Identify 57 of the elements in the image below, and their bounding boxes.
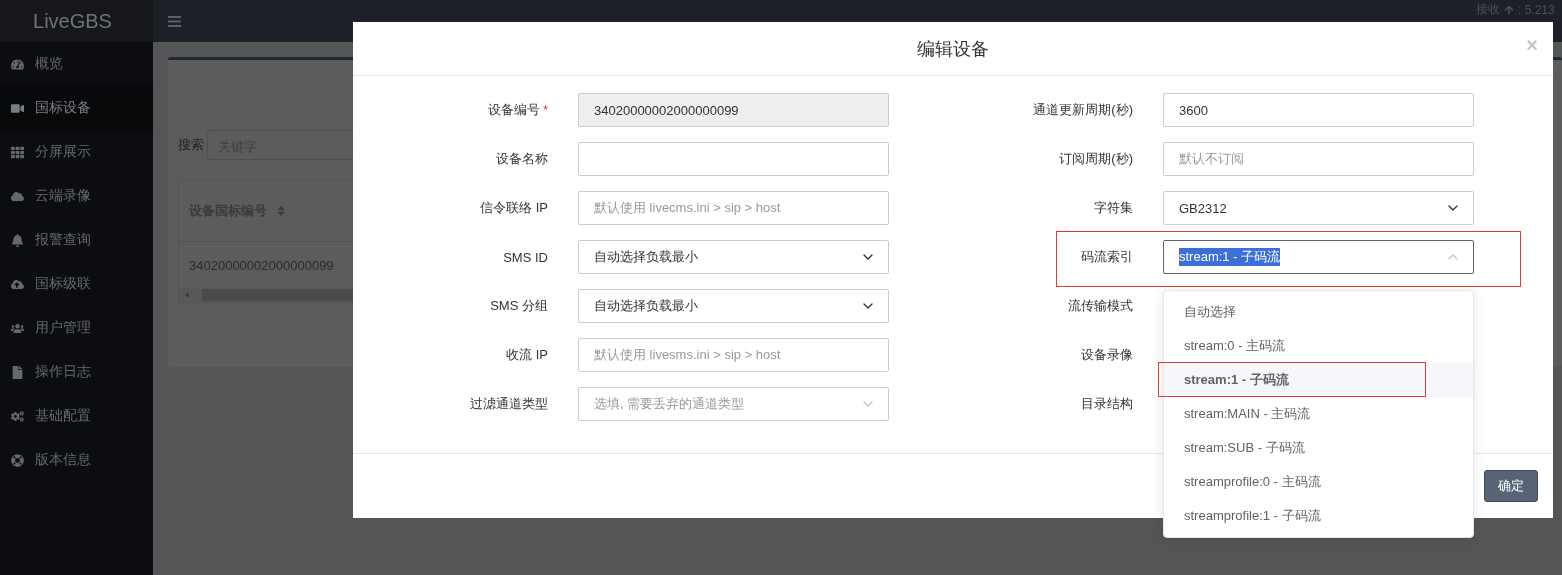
field-label: 字符集	[1094, 199, 1133, 217]
sidebar-item[interactable]: 报警查询	[0, 218, 153, 262]
input-field[interactable]: 默认不订阅	[1163, 142, 1474, 176]
menu-icon[interactable]	[168, 15, 181, 27]
field-label: SMS ID	[503, 249, 548, 265]
sidebar-item[interactable]: 分屏展示	[0, 130, 153, 174]
input-field[interactable]: 3600	[1163, 93, 1474, 127]
dropdown-option[interactable]: streamprofile:1 - 子码流	[1164, 499, 1473, 533]
input-field[interactable]: 34020000002000000099	[578, 93, 889, 127]
sidebar-item[interactable]: 云端录像	[0, 174, 153, 218]
sidebar-item[interactable]: 国标设备	[0, 86, 153, 130]
input-field[interactable]: 默认使用 livesms.ini > sip > host	[578, 338, 889, 372]
nav-icon	[11, 321, 24, 335]
select-field[interactable]: 自动选择负载最小	[578, 289, 889, 323]
search-label: 搜索	[178, 136, 204, 154]
select-field[interactable]: GB2312	[1163, 191, 1474, 225]
arrow-up-icon	[1504, 4, 1514, 15]
sidebar-item[interactable]: 操作日志	[0, 350, 153, 394]
nav-icon	[11, 145, 24, 159]
nav-icon	[11, 101, 24, 115]
select-field[interactable]: 选填, 需要丢弃的通道类型	[578, 387, 889, 421]
confirm-button[interactable]: 确定	[1484, 470, 1538, 502]
field-label: 收流 IP	[506, 346, 548, 364]
nav-icon	[11, 57, 24, 71]
select-field[interactable]: 自动选择负载最小	[578, 240, 889, 274]
nav-icon	[11, 409, 24, 423]
field-label: 过滤通道类型	[470, 395, 548, 413]
sidebar-item[interactable]: 版本信息	[0, 438, 153, 482]
input-field[interactable]	[578, 142, 889, 176]
dropdown-option[interactable]: stream:MAIN - 主码流	[1164, 397, 1473, 431]
dropdown-option[interactable]: stream:0 - 主码流	[1164, 329, 1473, 363]
dialog-title: 编辑设备	[917, 37, 989, 61]
field-label: 订阅周期(秒)	[1059, 150, 1133, 168]
input-field[interactable]: 默认使用 livecms.ini > sip > host	[578, 191, 889, 225]
brand-logo[interactable]: LiveGBS	[0, 0, 153, 42]
dropdown-option[interactable]: stream:SUB - 子码流	[1164, 431, 1473, 465]
field-label: 设备录像	[1081, 346, 1133, 364]
field-label: 流传输模式	[1068, 297, 1133, 315]
nav-icon	[11, 189, 24, 203]
field-label: 目录结构	[1081, 395, 1133, 413]
field-label: 通道更新周期(秒)	[1033, 101, 1133, 119]
field-label: 信令联络 IP	[480, 199, 548, 217]
field-label: 码流索引	[1081, 248, 1133, 266]
sidebar-item[interactable]: 国标级联	[0, 262, 153, 306]
sidebar-item[interactable]: 概览	[0, 42, 153, 86]
nav-icon	[11, 365, 24, 379]
field-label: 设备编号 *	[487, 101, 548, 119]
sidebar-item[interactable]: 用户管理	[0, 306, 153, 350]
field-label: SMS 分组	[490, 297, 548, 315]
field-label: 设备名称	[496, 150, 548, 168]
nav-icon	[11, 453, 24, 467]
sort-icon	[275, 205, 287, 217]
sidebar-item[interactable]: 基础配置	[0, 394, 153, 438]
dropdown-option[interactable]: 自动选择	[1164, 295, 1473, 329]
dropdown-option[interactable]: streamprofile:0 - 主码流	[1164, 465, 1473, 499]
nav-icon	[11, 233, 24, 247]
nav-icon	[11, 277, 24, 291]
